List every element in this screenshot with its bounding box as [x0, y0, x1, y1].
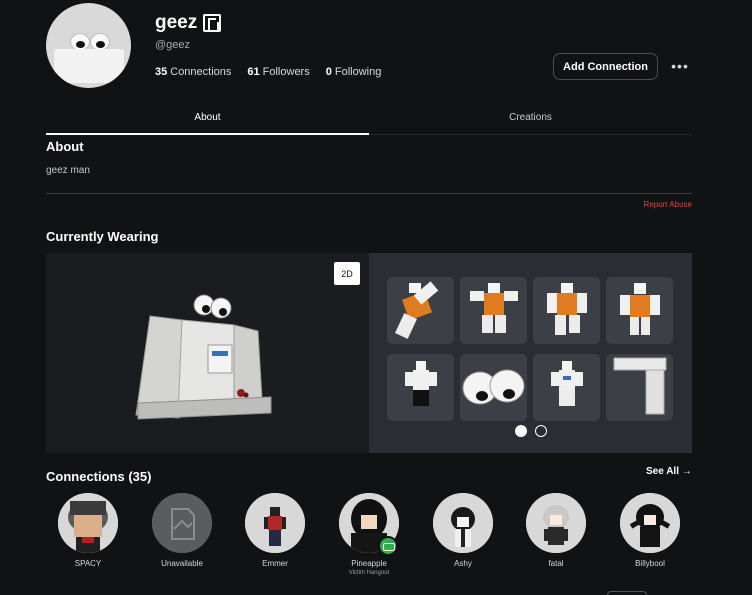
see-all-link[interactable]: See All → — [646, 466, 692, 477]
connection-name: Emmer — [262, 559, 288, 568]
worn-item[interactable] — [606, 277, 673, 344]
connection-status: Victim Hangout — [348, 570, 390, 576]
worn-item[interactable] — [387, 354, 454, 421]
page-dot-1[interactable] — [515, 425, 527, 437]
username-handle: @geez — [155, 39, 191, 51]
about-heading: About — [46, 139, 84, 154]
tab-about[interactable]: About — [46, 100, 369, 135]
display-name-text: geez — [155, 12, 198, 33]
page-dots — [515, 425, 547, 437]
worn-item[interactable] — [533, 354, 600, 421]
bio-text: geez man — [46, 165, 90, 176]
connection-avatar — [620, 493, 680, 553]
connection-item[interactable]: fatal — [525, 493, 587, 568]
profile-tabs: About Creations — [46, 100, 692, 135]
connection-item[interactable]: SPACY — [57, 493, 119, 568]
worn-items-grid — [369, 253, 692, 453]
game-status-icon — [378, 536, 398, 556]
avatar-3d-preview[interactable]: 2D — [46, 253, 369, 453]
worn-item[interactable] — [460, 277, 527, 344]
currently-wearing-panel: 2D — [46, 253, 692, 453]
currently-wearing-heading: Currently Wearing — [46, 229, 159, 244]
following-stat[interactable]: 0 Following — [326, 66, 382, 78]
connection-name: SPACY — [74, 559, 102, 568]
page-dot-2[interactable] — [535, 425, 547, 437]
toggle-2d-button[interactable]: 2D — [334, 262, 360, 285]
connections-heading: Connections (35) — [46, 469, 152, 484]
connection-item[interactable]: Ashy — [432, 493, 494, 568]
connection-name: Ashy — [454, 559, 472, 568]
worn-item[interactable] — [387, 277, 454, 344]
unavailable-avatar — [152, 493, 212, 553]
connection-avatar — [58, 493, 118, 553]
profile-avatar — [46, 3, 131, 88]
connection-item[interactable]: Emmer — [244, 493, 306, 568]
more-options-icon[interactable]: ••• — [670, 56, 690, 76]
connection-avatar — [245, 493, 305, 553]
connection-item[interactable]: Billybool — [619, 493, 681, 568]
followers-stat[interactable]: 61 Followers — [247, 66, 309, 78]
avatar-3d-figure — [135, 294, 272, 420]
connection-item[interactable]: Pineapple Victim Hangout — [338, 493, 400, 576]
connection-name: Billybool — [635, 559, 665, 568]
worn-item-eyes[interactable] — [460, 354, 527, 421]
worn-item[interactable] — [606, 354, 673, 421]
connection-avatar — [526, 493, 586, 553]
connections-stat[interactable]: 35 Connections — [155, 66, 231, 78]
tab-creations[interactable]: Creations — [369, 100, 692, 134]
add-connection-button[interactable]: Add Connection — [553, 53, 658, 80]
connection-name: Unavailable — [161, 559, 203, 568]
connection-item[interactable]: Unavailable — [151, 493, 213, 568]
scroll-indicator — [607, 591, 647, 595]
avatar-body — [54, 49, 124, 83]
display-name: geez — [155, 12, 222, 34]
profile-stats: 35 Connections 61 Followers 0 Following — [155, 66, 381, 78]
divider — [46, 193, 692, 194]
verified-icon — [203, 14, 222, 32]
connection-name: fatal — [548, 559, 564, 568]
worn-item[interactable] — [533, 277, 600, 344]
connection-avatar — [433, 493, 493, 553]
report-abuse-link[interactable]: Report Abuse — [644, 200, 692, 209]
connection-name: Pineapple — [351, 559, 387, 568]
